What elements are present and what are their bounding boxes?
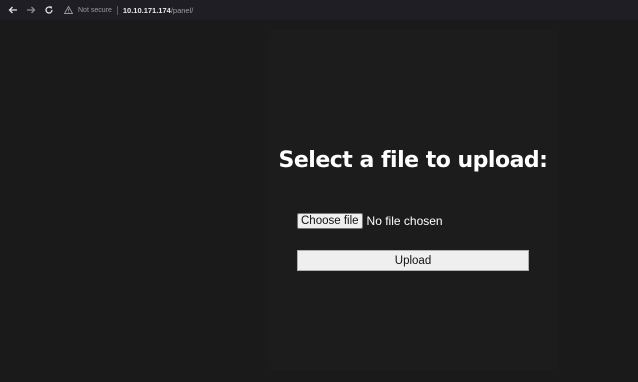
back-arrow-icon[interactable]	[6, 3, 20, 17]
url-host: 10.10.171.174	[122, 5, 171, 15]
warning-icon[interactable]	[64, 6, 73, 14]
page-title: Select a file to upload:	[278, 148, 548, 173]
security-label: Not secure	[78, 6, 112, 14]
upload-button[interactable]: Upload	[297, 250, 529, 271]
url-path: /panel/	[170, 5, 194, 15]
file-input[interactable]: Choose file No file chosen	[297, 213, 443, 229]
choose-file-button[interactable]: Choose file	[297, 213, 363, 229]
upload-panel	[268, 30, 558, 370]
address-divider	[116, 5, 118, 15]
browser-toolbar: Not secure 10.10.171.174 /panel/	[0, 0, 638, 20]
forward-arrow-icon[interactable]	[24, 3, 38, 17]
address-bar[interactable]: Not secure 10.10.171.174 /panel/	[64, 2, 193, 18]
file-status-text: No file chosen	[366, 214, 443, 228]
reload-icon[interactable]	[42, 3, 56, 17]
